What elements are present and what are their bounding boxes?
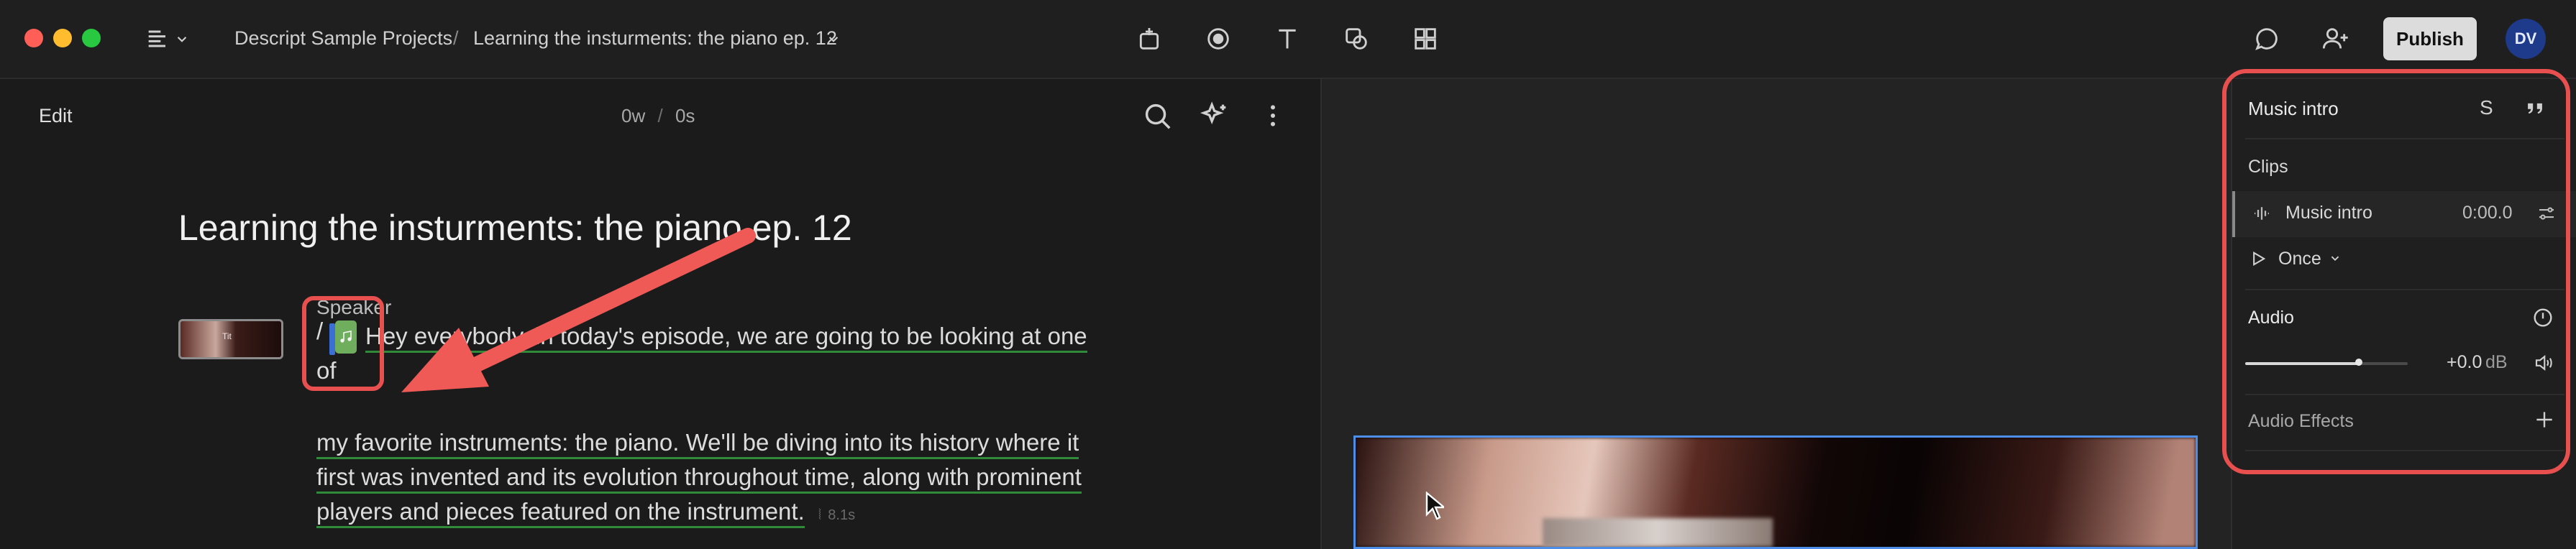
script-words[interactable]: players and pieces featured on the instr… — [316, 498, 805, 528]
add-user-icon[interactable] — [2320, 23, 2352, 55]
ai-sparkle-icon[interactable] — [1198, 99, 1231, 132]
composition-chevron-icon[interactable] — [824, 23, 843, 55]
scene-thumbnail[interactable]: Tit — [178, 319, 283, 359]
gap-icon: ⦚ — [818, 507, 822, 523]
highlight-box — [302, 296, 384, 391]
annotation-arrow — [401, 228, 756, 392]
piano-video-image — [1356, 438, 2196, 547]
search-icon[interactable] — [1141, 99, 1174, 132]
mouse-cursor-icon — [1425, 492, 1444, 520]
preview-frame[interactable] — [1353, 435, 2198, 549]
add-scene-icon[interactable] — [1133, 23, 1165, 55]
script-editor: Edit 0w / 0s Learning the insturments: t… — [0, 79, 1319, 549]
duration-seconds: 0s — [675, 105, 695, 126]
properties-highlight-box — [2222, 69, 2570, 474]
close-window-button[interactable] — [24, 29, 43, 47]
breadcrumb-separator: / — [453, 27, 459, 49]
piano-keys-image — [1543, 518, 1773, 547]
duration-words: 0w — [621, 105, 646, 126]
record-icon[interactable] — [1202, 23, 1234, 55]
grid-icon[interactable] — [1410, 23, 1441, 55]
thumbnail-title-icon: Tit — [222, 331, 232, 341]
breadcrumb-composition[interactable]: Learning the insturments: the piano ep. … — [473, 27, 837, 50]
zoom-window-button[interactable] — [82, 29, 101, 47]
chevron-down-icon[interactable] — [173, 23, 191, 55]
duration-separator: / — [657, 105, 663, 126]
title-bar: Descript Sample Projects / Learning the … — [0, 0, 2576, 79]
duration-readout: 0w / 0s — [621, 105, 695, 127]
script-words[interactable]: first was invented and its evolution thr… — [316, 463, 1082, 494]
avatar[interactable]: DV — [2506, 19, 2546, 59]
script-words[interactable]: my favorite instruments: the piano. We'l… — [316, 429, 1079, 459]
breadcrumb-project[interactable]: Descript Sample Projects — [234, 27, 452, 50]
more-options-icon[interactable] — [1259, 99, 1287, 132]
shapes-icon[interactable] — [1340, 23, 1372, 55]
text-icon[interactable] — [1271, 23, 1303, 55]
edit-mode-label[interactable]: Edit — [39, 105, 73, 127]
comment-icon[interactable] — [2251, 23, 2283, 55]
script-paragraph-2[interactable]: my favorite instruments: the piano. We'l… — [316, 425, 1082, 532]
video-preview — [1320, 79, 2232, 549]
publish-button[interactable]: Publish — [2383, 17, 2477, 60]
menu-icon[interactable] — [142, 23, 174, 55]
minimize-window-button[interactable] — [53, 29, 72, 47]
gap-duration: 8.1s — [828, 507, 856, 523]
annotation-arrow-shaft — [452, 228, 756, 380]
